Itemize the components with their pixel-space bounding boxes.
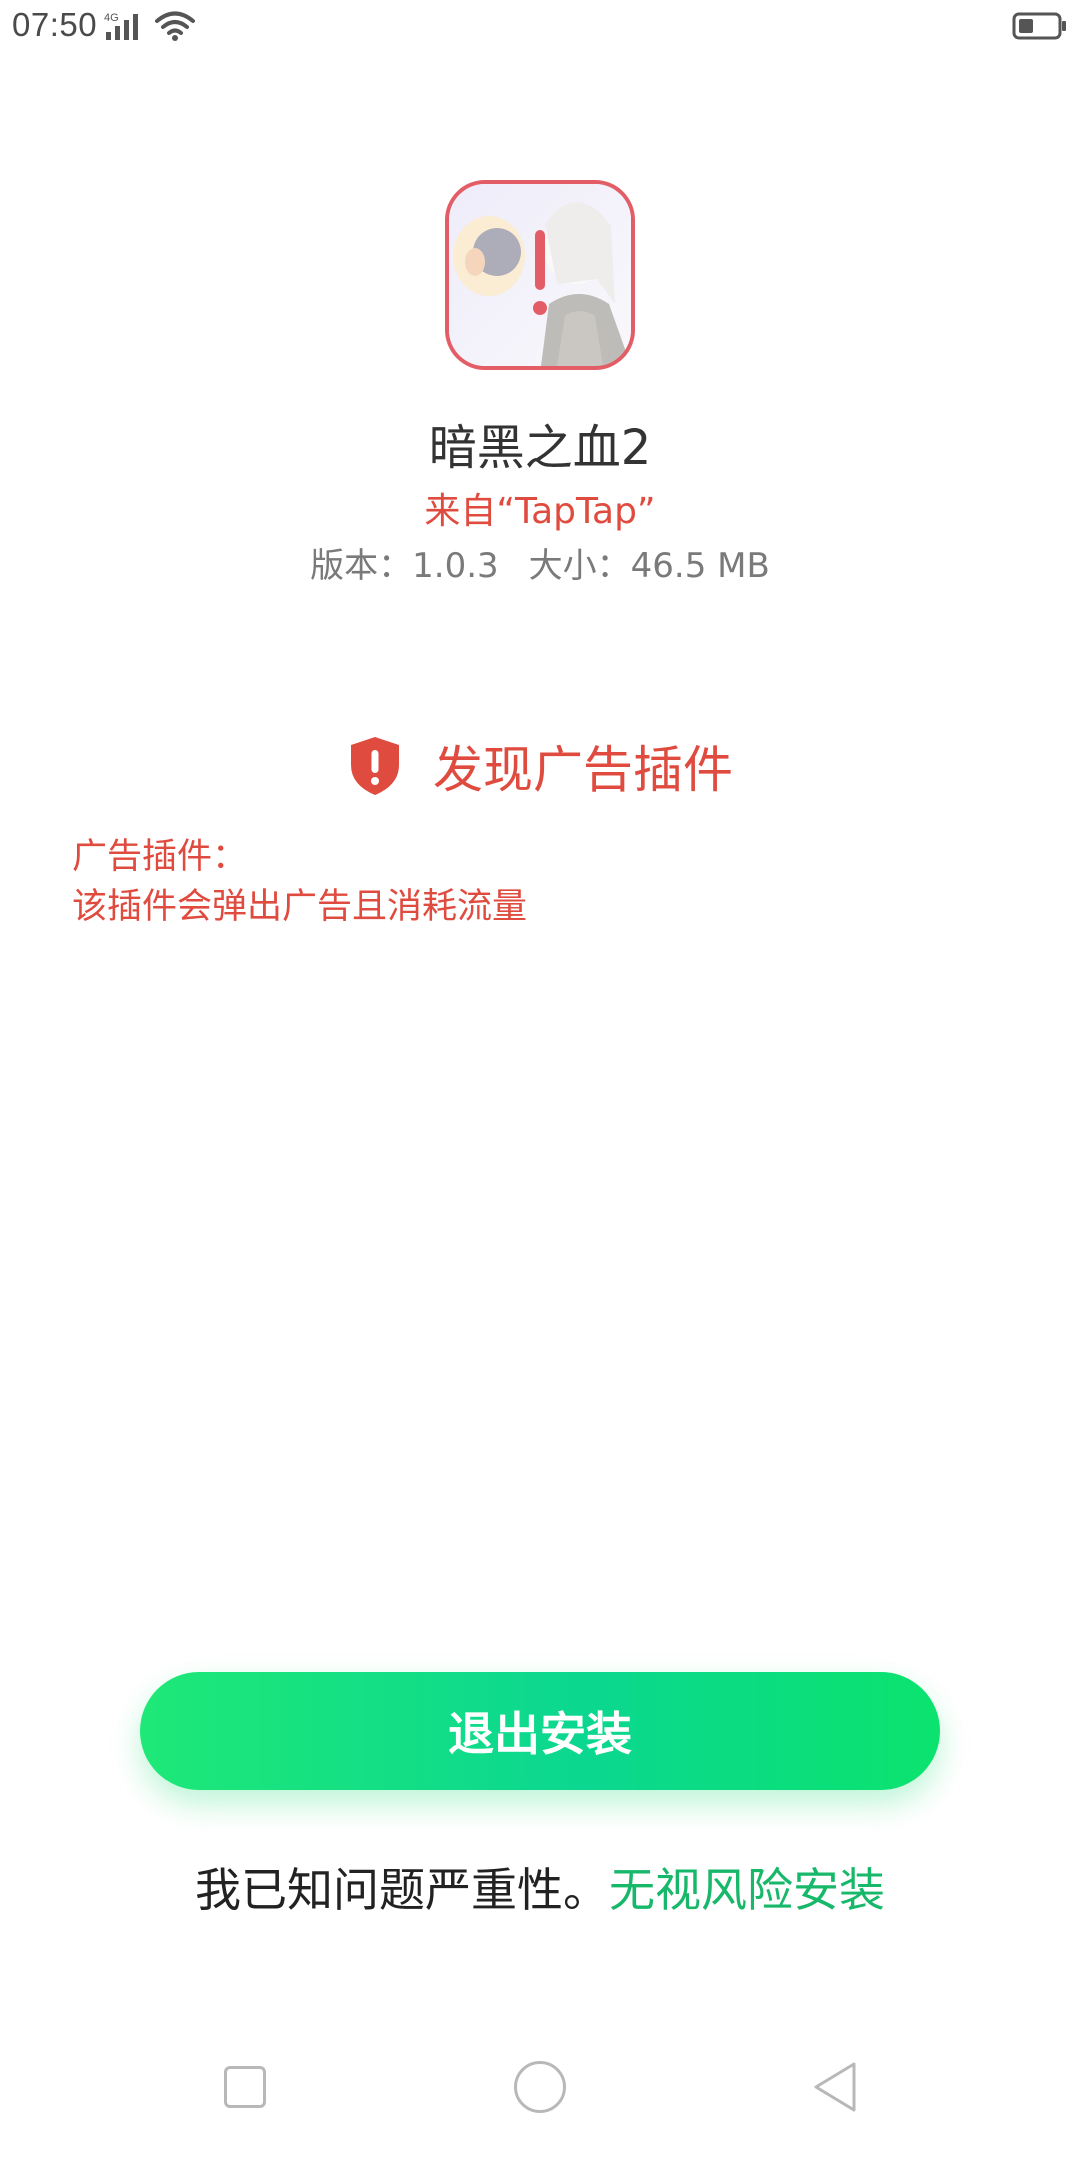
warning-header: 发现广告插件	[0, 730, 1080, 800]
recent-apps-icon[interactable]	[224, 2066, 266, 2108]
warning-title: 发现广告插件	[433, 741, 733, 799]
signal-icon: 4G	[104, 12, 138, 40]
status-time: 07:50	[12, 6, 98, 43]
back-icon[interactable]	[810, 2060, 860, 2114]
app-source: 来自“TapTap”	[424, 491, 656, 532]
app-icon-container	[445, 180, 635, 370]
warning-header-inner: 发现广告插件	[347, 730, 733, 802]
status-bar: 07:50 4G	[0, 0, 1080, 56]
shield-alert-icon	[351, 737, 399, 795]
warning-detail-line: 该插件会弹出广告且消耗流量	[72, 887, 528, 927]
wifi-icon	[155, 11, 195, 41]
app-icon	[445, 180, 635, 370]
battery-icon	[1012, 12, 1066, 40]
app-icon-artwork	[449, 184, 631, 366]
warning-detail-line: 广告插件：	[72, 837, 248, 877]
ignore-risk-row: 我已知问题严重性。无视风险安装	[0, 1854, 1080, 1920]
app-size: 大小：46.5 MB	[528, 546, 770, 586]
exit-install-button[interactable]: 退出安装	[140, 1672, 940, 1790]
home-icon[interactable]	[514, 2061, 566, 2113]
app-version: 版本：1.0.3	[310, 546, 499, 586]
warning-detail: 广告插件： 该插件会弹出广告且消耗流量	[72, 832, 527, 932]
network-type-label: 4G	[104, 12, 119, 24]
app-meta: 版本：1.0.3 大小：46.5 MB	[0, 538, 1080, 587]
app-name: 暗黑之血2	[428, 420, 652, 476]
ignore-risk-prefix: 我已知问题严重性。	[195, 1863, 609, 1917]
ignore-risk-install-link[interactable]: 无视风险安装	[609, 1863, 885, 1917]
install-warning-screen: 07:50 4G 暗黑之血2 来自“TapTap” 版本：1.0.3 大小：46…	[0, 0, 1080, 2160]
